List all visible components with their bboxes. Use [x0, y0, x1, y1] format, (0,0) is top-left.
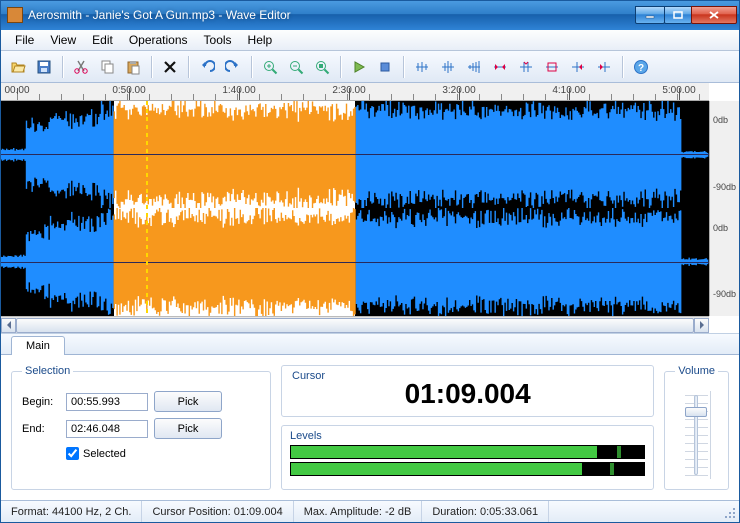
waveform-channel-left — [1, 101, 709, 209]
titlebar: Aerosmith - Janie's Got A Gun.mp3 - Wave… — [1, 1, 739, 30]
paste-icon[interactable] — [122, 56, 144, 78]
close-button[interactable] — [691, 6, 737, 24]
waveform-view[interactable] — [1, 101, 709, 316]
waveform-channel-right — [1, 208, 709, 316]
tab-main[interactable]: Main — [11, 336, 65, 355]
selected-label: Selected — [83, 448, 126, 460]
window-buttons — [636, 6, 737, 24]
levels-legend: Levels — [290, 430, 645, 442]
window-title: Aerosmith - Janie's Got A Gun.mp3 - Wave… — [28, 8, 636, 22]
fx-insert-icon[interactable] — [515, 56, 537, 78]
fx-normalize-icon[interactable] — [411, 56, 433, 78]
zoom-selection-icon[interactable] — [311, 56, 333, 78]
fx-fade-icon[interactable] — [463, 56, 485, 78]
status-amplitude: Max. Amplitude: -2 dB — [294, 501, 423, 522]
scroll-right-button[interactable] — [694, 318, 709, 333]
toolbar: ? — [1, 51, 739, 83]
menu-file[interactable]: File — [7, 31, 42, 49]
level-bar-right — [290, 462, 645, 476]
pick-begin-button[interactable]: Pick — [154, 391, 222, 412]
volume-legend: Volume — [675, 365, 718, 377]
status-cursor: Cursor Position: 01:09.004 — [142, 501, 293, 522]
open-icon[interactable] — [7, 56, 29, 78]
menu-operations[interactable]: Operations — [121, 31, 196, 49]
cursor-panel: Cursor 01:09.004 — [281, 365, 654, 417]
begin-label: Begin: — [22, 396, 60, 408]
cut-icon[interactable] — [70, 56, 92, 78]
save-icon[interactable] — [33, 56, 55, 78]
play-icon[interactable] — [348, 56, 370, 78]
selected-checkbox[interactable] — [66, 447, 79, 460]
playhead[interactable] — [146, 101, 148, 316]
end-input[interactable] — [66, 420, 148, 438]
menu-view[interactable]: View — [42, 31, 84, 49]
menu-edit[interactable]: Edit — [84, 31, 121, 49]
status-duration: Duration: 0:05:33.061 — [422, 501, 549, 522]
app-icon — [7, 7, 23, 23]
fx-amplify-icon[interactable] — [437, 56, 459, 78]
delete-icon[interactable] — [159, 56, 181, 78]
menu-tools[interactable]: Tools — [196, 31, 240, 49]
selection-legend: Selection — [22, 365, 73, 377]
waveform-area: 0db -90db 0db -90db — [1, 101, 739, 316]
menu-help[interactable]: Help — [240, 31, 281, 49]
status-format: Format: 44100 Hz, 2 Ch. — [1, 501, 142, 522]
minimize-button[interactable] — [635, 6, 665, 24]
menubar: File View Edit Operations Tools Help — [1, 30, 739, 52]
help-icon[interactable]: ? — [630, 56, 652, 78]
tab-strip: Main — [1, 333, 739, 356]
horizontal-scrollbar[interactable] — [1, 316, 709, 333]
redo-icon[interactable] — [222, 56, 244, 78]
fx-trim-icon[interactable] — [541, 56, 563, 78]
maximize-button[interactable] — [664, 6, 692, 24]
svg-text:?: ? — [638, 63, 644, 74]
fx-shift-left-icon[interactable] — [567, 56, 589, 78]
selection-panel: Selection Begin: Pick End: Pick Selected — [11, 365, 271, 490]
scroll-left-button[interactable] — [1, 318, 16, 333]
fx-shift-right-icon[interactable] — [593, 56, 615, 78]
zoom-in-icon[interactable] — [259, 56, 281, 78]
scroll-thumb[interactable] — [16, 318, 694, 333]
time-ruler[interactable]: 00.000:50.001:40.002:30.003:20.004:10.00… — [1, 83, 709, 101]
stop-icon[interactable] — [374, 56, 396, 78]
zoom-out-icon[interactable] — [285, 56, 307, 78]
volume-slider[interactable] — [683, 391, 711, 479]
begin-input[interactable] — [66, 393, 148, 411]
bottom-panels: Selection Begin: Pick End: Pick Selected… — [1, 355, 739, 500]
db-scale: 0db -90db 0db -90db — [709, 101, 739, 316]
copy-icon[interactable] — [96, 56, 118, 78]
volume-panel: Volume — [664, 365, 729, 490]
resize-grip[interactable] — [719, 501, 739, 522]
mid-panel: Cursor 01:09.004 Levels — [281, 365, 654, 490]
volume-thumb[interactable] — [685, 407, 707, 417]
cursor-value: 01:09.004 — [292, 378, 643, 410]
undo-icon[interactable] — [196, 56, 218, 78]
end-label: End: — [22, 423, 60, 435]
fx-reverse-icon[interactable] — [489, 56, 511, 78]
level-bar-left — [290, 445, 645, 459]
statusbar: Format: 44100 Hz, 2 Ch. Cursor Position:… — [1, 500, 739, 522]
levels-panel: Levels — [281, 425, 654, 490]
pick-end-button[interactable]: Pick — [154, 418, 222, 439]
